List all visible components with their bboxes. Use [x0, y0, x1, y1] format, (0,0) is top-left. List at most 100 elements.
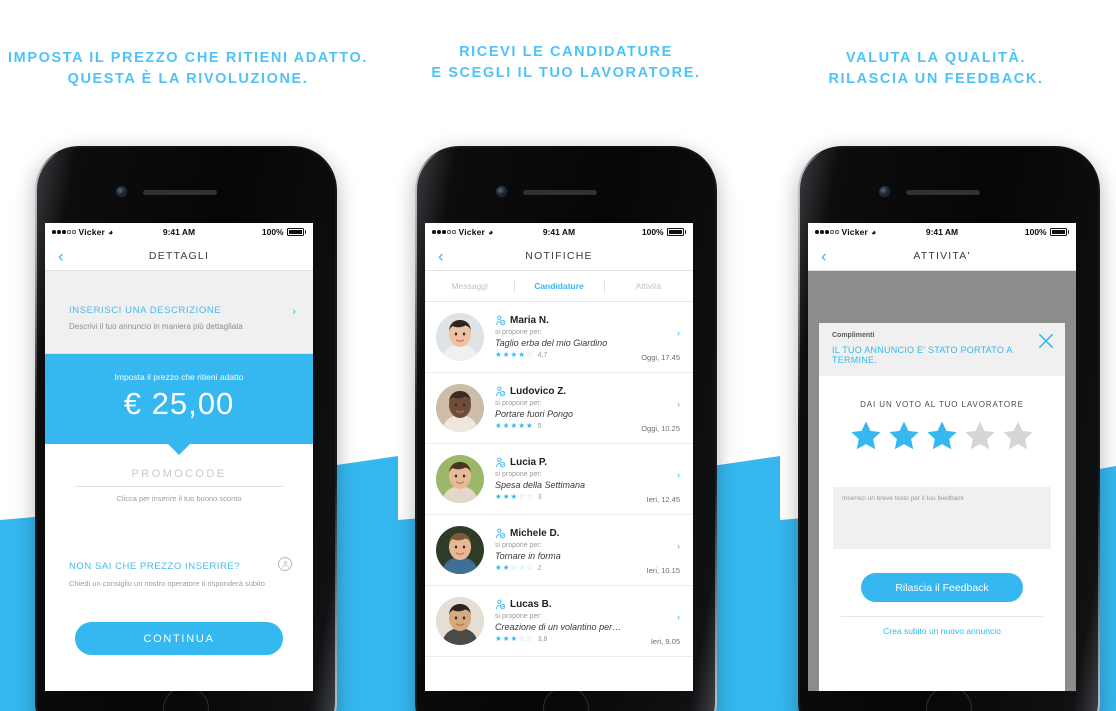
status-left-2: Vicker ◕: [432, 227, 543, 237]
feedback-modal: Complimenti IL TUO ANNUNCIO E' STATO POR…: [819, 323, 1065, 691]
heading-3-line-1: VALUTA LA QUALITÀ.: [845, 50, 1027, 66]
avatar-image: [436, 455, 484, 503]
navbar-dettagli: ‹ DETTAGLI: [45, 241, 313, 271]
screen-attivita: Vicker ◕ 9:41 AM 100% ‹ ATTIVITA' Compli…: [808, 223, 1076, 691]
banner-congrats: Complimenti: [832, 332, 875, 339]
chevron-right-icon[interactable]: ›: [677, 541, 680, 551]
avatar-image: [436, 526, 484, 574]
list-item-name-line: Maria N.: [495, 315, 680, 326]
battery-tip: [304, 230, 306, 234]
submit-feedback-button[interactable]: Rilascia il Feedback: [861, 573, 1023, 602]
avatar-image: [436, 313, 484, 361]
star-1: ★: [495, 421, 502, 431]
status-time-2: 9:41 AM: [542, 227, 576, 237]
star-2: ★: [502, 421, 510, 431]
earpiece-speaker: [523, 190, 597, 195]
chevron-right-icon[interactable]: ›: [677, 612, 680, 622]
banner-message: IL TUO ANNUNCIO E' STATO PORTATO A TERMI…: [832, 345, 1013, 365]
close-glyph: [1038, 333, 1054, 349]
status-bar-3: Vicker ◕ 9:41 AM 100%: [808, 223, 1076, 241]
star-icon: [965, 421, 995, 450]
battery-icon: [1049, 228, 1067, 236]
front-camera-icon: [497, 187, 506, 196]
page-root: IMPOSTA IL PREZZO CHE RITIENI ADATTO. QU…: [0, 0, 1116, 711]
back-button-1[interactable]: ‹: [58, 247, 64, 264]
star-icon: [1003, 421, 1033, 450]
star-5: ☆: [525, 350, 533, 360]
price-panel[interactable]: Imposta il prezzo che ritieni adatto € 2…: [45, 354, 313, 455]
tab-attivita[interactable]: Attività: [603, 271, 693, 301]
continue-button-wrap: CONTINUA: [45, 588, 313, 655]
applicant-name: Michele D.: [510, 528, 560, 540]
phone-2-earpiece-area: [415, 146, 717, 210]
list-item[interactable]: Michele D. si propone per: Tornare in form…: [425, 515, 693, 586]
list-item[interactable]: Lucia P. si propone per: Spesa della Setti…: [425, 444, 693, 515]
heading-2-line-2: E SCEGLI IL TUO LAVORATORE.: [431, 65, 701, 81]
feedback-button-wrap: Rilascia il Feedback: [819, 549, 1065, 602]
chevron-right-icon[interactable]: ›: [677, 328, 680, 338]
tab-messaggi[interactable]: Messaggi: [425, 271, 514, 301]
phone-3-earpiece-area: [798, 146, 1100, 210]
rating-value: 3: [537, 493, 542, 501]
signal-dots-icon: [815, 230, 839, 234]
support-agent-icon[interactable]: [278, 557, 292, 571]
star-5: ★: [525, 421, 533, 431]
list-item[interactable]: Lucas B. si propone per: Creazione di un v…: [425, 586, 693, 657]
star-icon: [927, 421, 957, 450]
screen-dettagli: Vicker ◕ 9:41 AM 100% ‹ DETTAGLI INSERIS…: [45, 223, 313, 691]
avatar: [436, 313, 484, 361]
description-row[interactable]: INSERISCI UNA DESCRIZIONE Descrivi il tu…: [45, 271, 313, 354]
list-item-name-line: Michele D.: [495, 528, 680, 539]
star-3: ★: [510, 421, 518, 431]
carrier-label-3: Vicker: [841, 227, 869, 237]
chevron-right-icon[interactable]: ›: [677, 399, 680, 409]
back-button-3[interactable]: ‹: [821, 247, 827, 264]
feedback-textarea[interactable]: Inserisci un breve testo per il tuo feed…: [833, 487, 1051, 549]
rating-star-5[interactable]: [1001, 419, 1035, 457]
rating-stars[interactable]: [819, 419, 1065, 457]
continue-button[interactable]: CONTINUA: [75, 622, 283, 655]
close-icon[interactable]: [1036, 331, 1056, 351]
navbar-notifiche: ‹ NOTIFICHE: [425, 241, 693, 271]
star-4: ☆: [518, 634, 525, 644]
phone-mockup-1: Vicker ◕ 9:41 AM 100% ‹ DETTAGLI INSERIS…: [35, 146, 337, 711]
tab-candidature[interactable]: Candidature: [514, 271, 603, 301]
help-section[interactable]: NON SAI CHE PREZZO INSERIRE? Chiedi un c…: [45, 503, 313, 588]
earpiece-speaker: [143, 190, 217, 195]
rating-star-2[interactable]: [887, 419, 921, 457]
wifi-icon: ◕: [488, 227, 494, 237]
rating-star-3[interactable]: [925, 419, 959, 457]
star-1: ★: [495, 350, 502, 360]
battery-icon: [286, 228, 304, 236]
phone-1-earpiece-area: [35, 146, 337, 210]
star-4: ☆: [518, 563, 525, 573]
proposes-label: si propone per:: [495, 329, 542, 337]
screen-notifiche: Vicker ◕ 9:41 AM 100% ‹ NOTIFICHE Messag…: [425, 223, 693, 691]
new-ad-link[interactable]: Crea subito un nuovo annuncio: [819, 617, 1065, 636]
description-subtitle: Descrivi il tuo annuncio in maniera più …: [69, 322, 243, 331]
star-4: ☆: [518, 492, 525, 502]
rating-star-4[interactable]: [963, 419, 997, 457]
list-item[interactable]: Maria N. si propone per: Taglio erba del m…: [425, 302, 693, 373]
status-right-2: 100%: [575, 227, 686, 237]
star-5: ☆: [525, 492, 533, 502]
phone-mockup-2: Vicker ◕ 9:41 AM 100% ‹ NOTIFICHE Messag…: [415, 146, 717, 711]
status-bar-2: Vicker ◕ 9:41 AM 100%: [425, 223, 693, 241]
heading-1: IMPOSTA IL PREZZO CHE RITIENI ADATTO. QU…: [0, 48, 376, 90]
star-rating: ★ ★ ★ ☆ ☆: [495, 493, 533, 501]
avatar-image: [436, 384, 484, 432]
chevron-right-icon[interactable]: ›: [677, 470, 680, 480]
heading-3-line-2: RILASCIA UN FEEDBACK.: [828, 71, 1044, 87]
price-label: Imposta il prezzo che ritieni adatto: [114, 372, 244, 382]
star-rating: ★ ★ ☆ ☆ ☆: [495, 564, 533, 572]
rating-star-1[interactable]: [849, 419, 883, 457]
star-2: ★: [502, 563, 510, 573]
task-title: Taglio erba del mio Giardino: [495, 338, 608, 349]
star-3: ☆: [510, 563, 518, 573]
timestamp: Ieri, 10.15: [646, 566, 680, 575]
back-button-2[interactable]: ‹: [438, 247, 444, 264]
list-item[interactable]: Ludovico Z. si propone per: Portare fuori …: [425, 373, 693, 444]
star-rating: ★ ★ ★ ★ ☆: [495, 351, 533, 359]
heading-1-line-2: QUESTA È LA RIVOLUZIONE.: [67, 71, 309, 87]
promocode-divider: [75, 486, 283, 487]
